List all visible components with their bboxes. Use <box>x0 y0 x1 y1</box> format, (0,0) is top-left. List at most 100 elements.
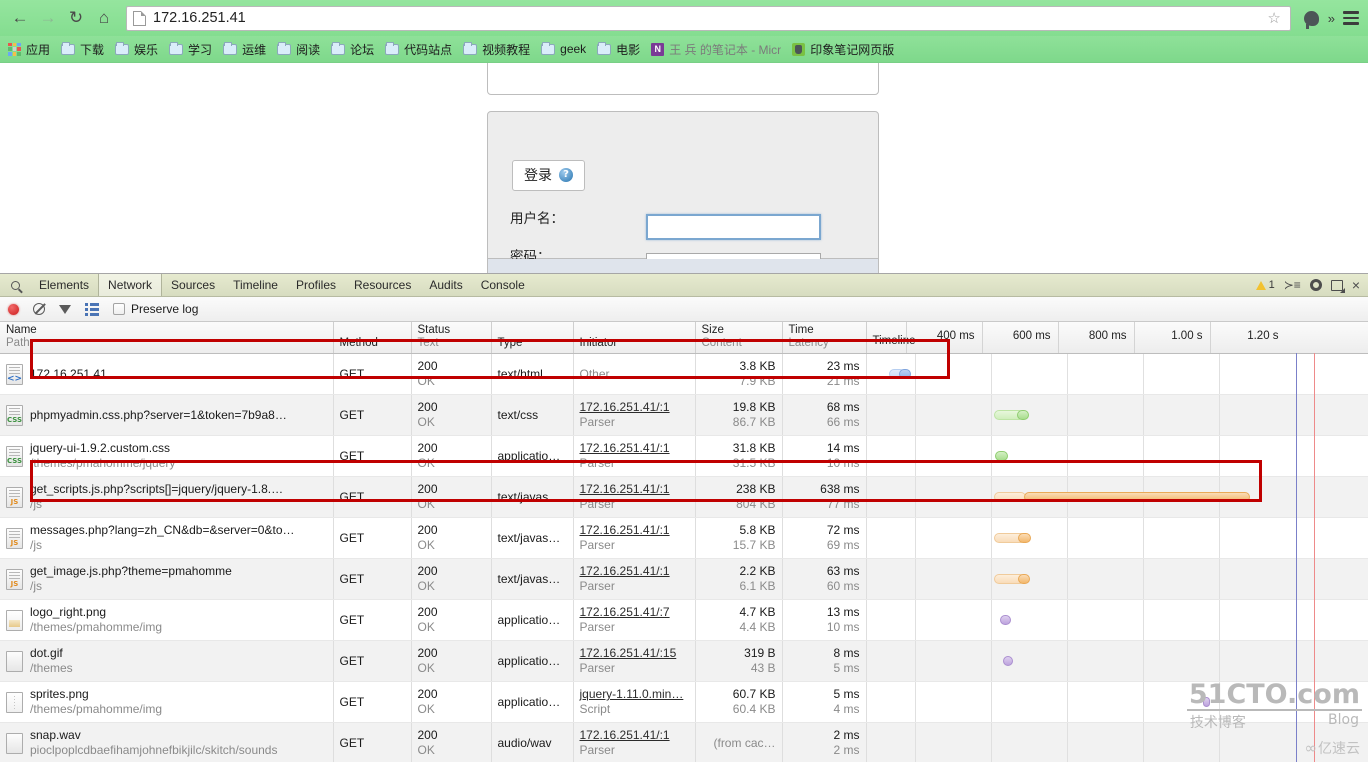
reload-icon[interactable]: ↻ <box>62 4 90 32</box>
initiator-link[interactable]: 172.16.251.41/:7 <box>580 605 670 619</box>
initiator-link[interactable]: 172.16.251.41/:1 <box>580 728 670 742</box>
tab-timeline[interactable]: Timeline <box>224 274 287 296</box>
bookmark-onenote[interactable]: N 王 兵 的笔记本 - Micr <box>647 39 788 60</box>
cell-initiator[interactable]: 172.16.251.41/:1 Parser <box>573 435 696 477</box>
table-row[interactable]: dot.gif /themes GET 200 OK applicatio… 1… <box>0 640 1368 682</box>
bookmark-star-icon[interactable]: ☆ <box>1264 9 1283 27</box>
table-row[interactable]: <> 172.16.251.41 GET 200 OK text/html Ot… <box>0 353 1368 395</box>
col-header-time[interactable]: Time Latency <box>782 322 867 354</box>
col-header-name[interactable]: Name Path <box>0 322 334 354</box>
tab-elements[interactable]: Elements <box>30 274 98 296</box>
cell-initiator[interactable]: 172.16.251.41/:7 Parser <box>573 599 696 641</box>
warning-count-badge[interactable]: 1 <box>1255 279 1275 291</box>
table-row[interactable]: logo_right.png /themes/pmahomme/img GET … <box>0 599 1368 641</box>
forward-arrow-icon[interactable]: → <box>34 4 62 32</box>
clear-icon[interactable] <box>33 303 45 315</box>
cell-initiator[interactable]: 172.16.251.41/:1 Parser <box>573 394 696 436</box>
evernote-extension-icon[interactable] <box>1301 7 1323 29</box>
cell-name[interactable]: CSS phpmyadmin.css.php?server=1&token=7b… <box>0 394 334 436</box>
bookmark-label: 应用 <box>26 42 51 57</box>
home-icon[interactable]: ⌂ <box>90 4 118 32</box>
cell-name[interactable]: <> 172.16.251.41 <box>0 353 334 395</box>
bookmark-video-tutorials[interactable]: 视频教程 <box>459 39 537 60</box>
cell-initiator[interactable]: 172.16.251.41/:1 Parser <box>573 476 696 518</box>
col-header-size[interactable]: Size Content <box>695 322 783 354</box>
network-table-container[interactable]: Name Path Method Status Text Type Initia… <box>0 322 1368 762</box>
col-header-method[interactable]: Method <box>333 322 412 354</box>
cell-name[interactable]: dot.gif /themes <box>0 640 334 682</box>
gear-icon[interactable] <box>1309 279 1322 291</box>
preserve-log-toggle[interactable]: Preserve log <box>113 302 198 316</box>
initiator-link[interactable]: 172.16.251.41/:1 <box>580 482 670 496</box>
table-row[interactable]: sprites.png /themes/pmahomme/img GET 200… <box>0 681 1368 723</box>
tab-network[interactable]: Network <box>98 274 163 296</box>
col-header-initiator[interactable]: Initiator <box>573 322 696 354</box>
cell-initiator[interactable]: jquery-1.11.0.min… Script <box>573 681 696 723</box>
help-icon[interactable]: ? <box>559 168 573 182</box>
cell-name[interactable]: JS get_scripts.js.php?scripts[]=jquery/j… <box>0 476 334 518</box>
folder-icon <box>385 41 400 55</box>
cell-name[interactable]: snap.wav pioclpoplcdbaefihamjohnefbikjil… <box>0 722 334 762</box>
bookmark-study[interactable]: 学习 <box>165 39 219 60</box>
tab-sources[interactable]: Sources <box>162 274 224 296</box>
chrome-menu-icon[interactable] <box>1340 7 1362 29</box>
cell-initiator[interactable]: 172.16.251.41/:15 Parser <box>573 640 696 682</box>
table-row[interactable]: CSS phpmyadmin.css.php?server=1&token=7b… <box>0 394 1368 436</box>
bookmark-code-sites[interactable]: 代码站点 <box>381 39 459 60</box>
cell-initiator[interactable]: 172.16.251.41/:1 Parser <box>573 722 696 762</box>
close-icon[interactable]: × <box>1352 278 1360 292</box>
folder-icon <box>277 41 292 55</box>
table-row[interactable]: JS get_image.js.php?theme=pmahomme /js G… <box>0 558 1368 600</box>
bookmark-downloads[interactable]: 下载 <box>57 39 111 60</box>
initiator-link[interactable]: 172.16.251.41/:1 <box>580 564 670 578</box>
initiator-link[interactable]: 172.16.251.41/:1 <box>580 400 670 414</box>
username-input[interactable] <box>646 214 821 240</box>
bookmark-entertainment[interactable]: 娱乐 <box>111 39 165 60</box>
table-row[interactable]: snap.wav pioclpoplcdbaefihamjohnefbikjil… <box>0 722 1368 762</box>
bookmark-ops[interactable]: 运维 <box>219 39 273 60</box>
timeline-tick: 1.00 s <box>1133 322 1208 353</box>
devtools-search-icon[interactable] <box>0 274 30 296</box>
cell-name[interactable]: JS messages.php?lang=zh_CN&db=&server=0&… <box>0 517 334 559</box>
total-time: 68 ms <box>826 400 860 414</box>
bookmark-movies[interactable]: 电影 <box>593 39 647 60</box>
bookmark-reading[interactable]: 阅读 <box>273 39 327 60</box>
bookmark-geek[interactable]: geek <box>537 40 593 58</box>
record-icon[interactable] <box>8 303 19 315</box>
cell-name[interactable]: CSS jquery-ui-1.9.2.custom.css /themes/p… <box>0 435 334 477</box>
tab-profiles[interactable]: Profiles <box>287 274 345 296</box>
tab-resources[interactable]: Resources <box>345 274 420 296</box>
filter-icon[interactable] <box>59 304 71 314</box>
console-drawer-icon[interactable]: ≻≡ <box>1284 278 1301 292</box>
tab-console[interactable]: Console <box>472 274 534 296</box>
tab-audits[interactable]: Audits <box>420 274 471 296</box>
cell-method: GET <box>333 353 412 395</box>
initiator-link[interactable]: 172.16.251.41/:15 <box>580 646 677 660</box>
initiator-link[interactable]: 172.16.251.41/:1 <box>580 441 670 455</box>
bookmark-apps[interactable]: 应用 <box>4 39 57 60</box>
bookmark-evernote-web[interactable]: 印象笔记网页版 <box>788 39 901 60</box>
preserve-log-checkbox[interactable] <box>113 303 125 315</box>
status-code: 200 <box>417 687 438 701</box>
overflow-chevron-icon[interactable]: » <box>1325 11 1338 26</box>
back-arrow-icon[interactable]: ← <box>6 4 34 32</box>
address-bar[interactable]: 172.16.251.41 ☆ <box>126 5 1291 31</box>
table-row[interactable]: JS get_scripts.js.php?scripts[]=jquery/j… <box>0 476 1368 518</box>
bookmark-forum[interactable]: 论坛 <box>327 39 381 60</box>
table-row[interactable]: JS messages.php?lang=zh_CN&db=&server=0&… <box>0 517 1368 559</box>
cell-initiator[interactable]: 172.16.251.41/:1 Parser <box>573 517 696 559</box>
cell-name[interactable]: sprites.png /themes/pmahomme/img <box>0 681 334 723</box>
col-header-timeline[interactable]: Timeline 400 ms 600 ms 800 ms 1.00 s 1.2… <box>866 322 1368 354</box>
cell-name[interactable]: JS get_image.js.php?theme=pmahomme /js <box>0 558 334 600</box>
dock-side-icon[interactable] <box>1330 279 1345 293</box>
cell-name[interactable]: logo_right.png /themes/pmahomme/img <box>0 599 334 641</box>
initiator-link[interactable]: jquery-1.11.0.min… <box>580 687 684 701</box>
initiator-link[interactable]: 172.16.251.41/:1 <box>580 523 670 537</box>
cell-type: text/javas… <box>491 517 574 559</box>
cell-initiator[interactable]: 172.16.251.41/:1 Parser <box>573 558 696 600</box>
large-rows-icon[interactable] <box>85 303 99 316</box>
table-row[interactable]: CSS jquery-ui-1.9.2.custom.css /themes/p… <box>0 435 1368 477</box>
col-header-type[interactable]: Type <box>491 322 574 354</box>
cell-size: 3.8 KB 7.9 KB <box>695 353 783 395</box>
col-header-status[interactable]: Status Text <box>411 322 492 354</box>
